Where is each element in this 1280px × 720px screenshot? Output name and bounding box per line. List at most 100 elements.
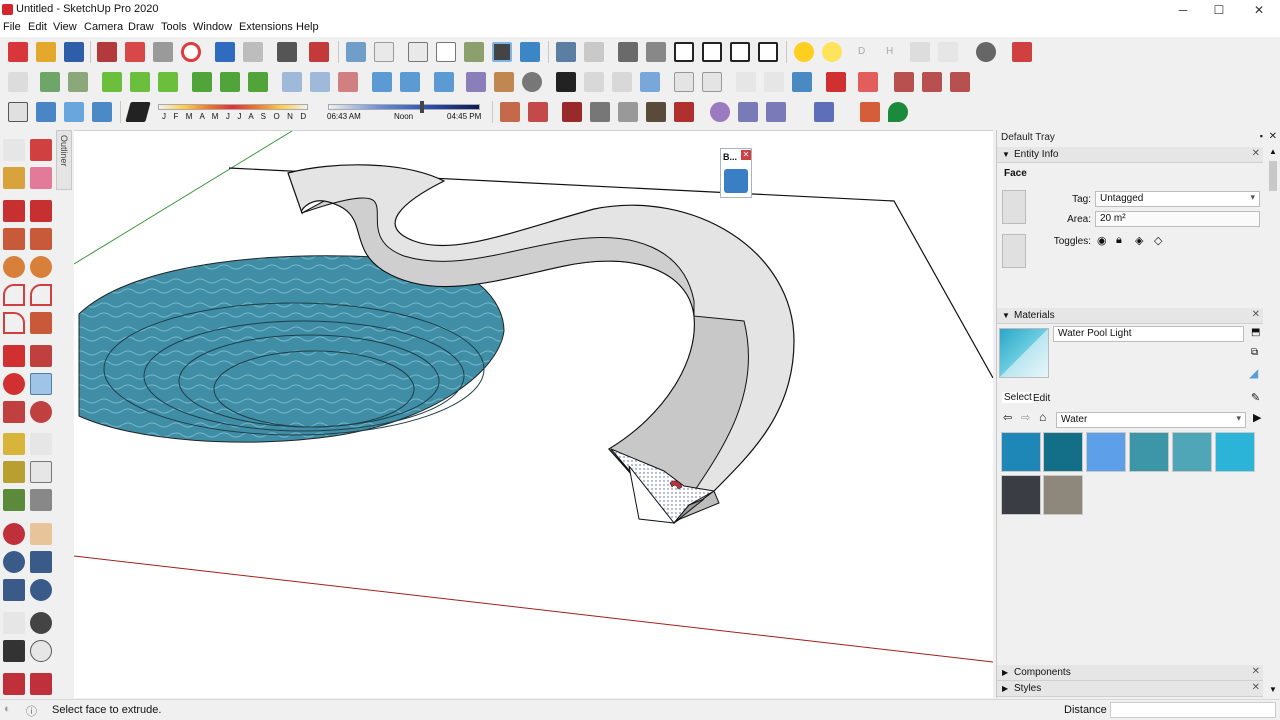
material-swatch[interactable]: [1129, 432, 1169, 472]
sandbox-6-icon[interactable]: [640, 72, 660, 92]
protractor-icon[interactable]: [3, 461, 25, 483]
entity-info-header[interactable]: ▼ Entity Info ✕: [997, 147, 1263, 163]
menu-window[interactable]: Window: [193, 21, 232, 33]
erase-red-icon[interactable]: [858, 72, 878, 92]
freehand-icon[interactable]: [30, 200, 52, 222]
tape-measure-icon[interactable]: [3, 433, 25, 455]
materials-header[interactable]: ▼ Materials ✕: [997, 308, 1263, 324]
walk-icon[interactable]: [3, 640, 25, 662]
cut-icon[interactable]: [97, 42, 117, 62]
tray-close-icon[interactable]: ✕: [1269, 131, 1277, 142]
section-plane-icon[interactable]: [1012, 42, 1032, 62]
minimize-button[interactable]: ─: [1164, 0, 1202, 20]
grid-6-icon[interactable]: [434, 72, 454, 92]
back-face-swatch[interactable]: [1002, 234, 1026, 268]
two-point-arc-icon[interactable]: [30, 284, 52, 306]
menu-edit[interactable]: Edit: [28, 21, 47, 33]
grid-3-icon[interactable]: [338, 72, 358, 92]
tag-3-icon[interactable]: [92, 102, 112, 122]
circle-icon[interactable]: [3, 256, 25, 278]
select-arrow-icon[interactable]: [3, 139, 25, 161]
make-component-icon[interactable]: [40, 72, 60, 92]
info-icon[interactable]: ⓘ: [26, 703, 37, 719]
grid-1-icon[interactable]: [282, 72, 302, 92]
xray-icon[interactable]: [346, 42, 366, 62]
tab-select[interactable]: Select: [1002, 392, 1034, 403]
wireframe-icon[interactable]: [408, 42, 428, 62]
eraser-icon[interactable]: [30, 167, 52, 189]
eyedropper-icon[interactable]: ✎: [1251, 391, 1260, 404]
solid-3-icon[interactable]: [618, 102, 638, 122]
geo-status-icon[interactable]: ◐: [4, 703, 11, 715]
axes-icon[interactable]: [3, 489, 25, 511]
section-plane-tool-icon[interactable]: [30, 640, 52, 662]
floating-panel-close[interactable]: ✕: [741, 150, 751, 160]
dimension-icon[interactable]: [938, 42, 958, 62]
sandbox-4-icon[interactable]: [584, 72, 604, 92]
look-around-icon[interactable]: [30, 612, 52, 634]
menu-view[interactable]: View: [53, 21, 77, 33]
3d-text-icon[interactable]: [30, 489, 52, 511]
offset-icon[interactable]: [30, 401, 52, 423]
styles-close-icon[interactable]: ✕: [1252, 682, 1260, 693]
shaded-textures-icon[interactable]: [492, 42, 512, 62]
section-red-1-icon[interactable]: [894, 72, 914, 92]
time-slider-thumb[interactable]: [420, 101, 424, 113]
fog-icon[interactable]: [822, 42, 842, 62]
component-icon[interactable]: [30, 139, 52, 161]
material-preview[interactable]: [999, 328, 1049, 378]
checker-icon[interactable]: [556, 72, 576, 92]
move-icon[interactable]: [3, 345, 25, 367]
entity-info-close-icon[interactable]: ✕: [1252, 148, 1260, 159]
zoom-window-icon[interactable]: [30, 551, 52, 573]
position-camera-icon[interactable]: [3, 612, 25, 634]
paint-bucket-icon[interactable]: [3, 167, 25, 189]
add-line-icon[interactable]: [130, 72, 150, 92]
menu-tools[interactable]: Tools: [161, 21, 187, 33]
copy-icon[interactable]: [125, 42, 145, 62]
menu-extensions[interactable]: Extensions: [239, 21, 293, 33]
scale-icon[interactable]: [3, 401, 25, 423]
material-swatch[interactable]: [1043, 432, 1083, 472]
grid-frame-1-icon[interactable]: [674, 72, 694, 92]
pencil-red-icon[interactable]: [826, 72, 846, 92]
solid-1-icon[interactable]: [562, 102, 582, 122]
close-button[interactable]: ✕: [1240, 0, 1278, 20]
sandbox-5-icon[interactable]: [612, 72, 632, 92]
segment-icon[interactable]: [192, 72, 212, 92]
photo-texture-icon[interactable]: [584, 42, 604, 62]
material-name-field[interactable]: Water Pool Light: [1053, 326, 1244, 342]
components-close-icon[interactable]: ✕: [1252, 666, 1260, 677]
warehouse-icon[interactable]: [3, 673, 25, 695]
print-icon[interactable]: [277, 42, 297, 62]
material-swatch[interactable]: [1001, 432, 1041, 472]
styles-header[interactable]: ▶ Styles ✕: [997, 681, 1263, 697]
menu-help[interactable]: Help: [296, 21, 319, 33]
zoom-previous-icon[interactable]: [30, 579, 52, 601]
time-slider[interactable]: [328, 104, 480, 110]
tag-2-icon[interactable]: [64, 102, 84, 122]
visibility-toggle-icon[interactable]: ◉: [1097, 234, 1107, 247]
roof-2-icon[interactable]: [528, 102, 548, 122]
roof-1-icon[interactable]: [500, 102, 520, 122]
map-location-icon[interactable]: [556, 42, 576, 62]
pie-icon[interactable]: [30, 312, 52, 334]
follow-me-line-icon[interactable]: [102, 72, 122, 92]
graduate-icon[interactable]: [766, 102, 786, 122]
rotate-icon[interactable]: [3, 373, 25, 395]
floating-panel[interactable]: B... ✕: [720, 148, 752, 198]
top-view-icon[interactable]: [646, 42, 666, 62]
zoom-extents-icon[interactable]: [3, 579, 25, 601]
drawing-viewport[interactable]: [74, 130, 993, 698]
right-view-icon[interactable]: [702, 42, 722, 62]
extension-warehouse-icon[interactable]: [888, 102, 908, 122]
polygon-icon[interactable]: [30, 256, 52, 278]
material-swatch[interactable]: [1215, 432, 1255, 472]
sandbox-2-icon[interactable]: [494, 72, 514, 92]
section-red-3-icon[interactable]: [950, 72, 970, 92]
paste-icon[interactable]: [153, 42, 173, 62]
select-pointer-icon[interactable]: [910, 42, 930, 62]
create-material-icon[interactable]: ⬒: [1251, 327, 1260, 338]
tag-dropdown[interactable]: Untagged ▾: [1095, 191, 1260, 207]
monochrome-icon[interactable]: [520, 42, 540, 62]
